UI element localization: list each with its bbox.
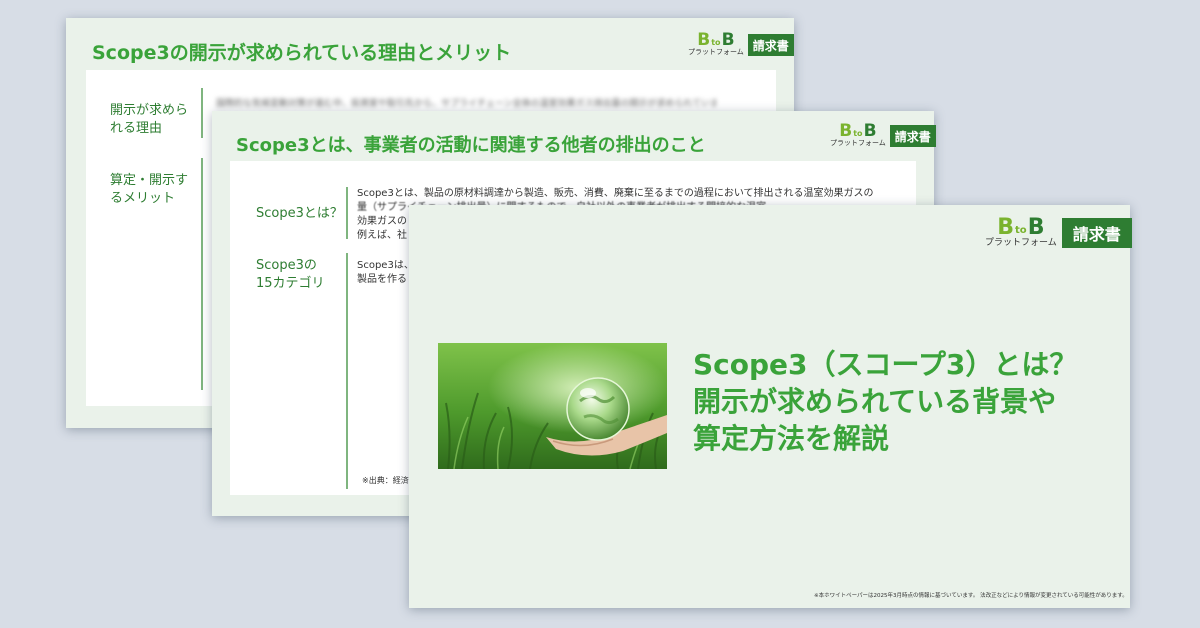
- logo-badge: 請求書: [1061, 218, 1132, 248]
- scope3-text-1: Scope3とは、製品の原材料調達から製造、販売、消費、廃棄に至るまでの過程にお…: [357, 188, 874, 199]
- merit-label: 算定・開示するメリット: [110, 173, 189, 206]
- logo-badge: 請求書: [889, 125, 936, 147]
- middle-divider-1: [346, 187, 348, 239]
- front-slide: B to B プラットフォーム 請求書 Scope3（スコープ3）とは？ 開示が…: [409, 205, 1132, 608]
- logo-sub: プラットフォーム: [830, 139, 886, 147]
- categories-label-2: 15カテゴリ: [256, 276, 325, 291]
- categories-text-2: 製品を作る: [357, 274, 407, 285]
- back-slide-title: Scope3の開示が求められている理由とメリット: [92, 42, 512, 64]
- middle-slide-title: Scope3とは、事業者の活動に関連する他者の排出のこと: [236, 135, 706, 156]
- front-logo: B to B プラットフォーム 請求書: [985, 217, 1132, 248]
- scope3-text-3: 効果ガスの: [357, 216, 407, 227]
- categories-label-1: Scope3の: [256, 258, 317, 273]
- logo-to: to: [1015, 225, 1027, 236]
- btob-logo-mark: B to B プラットフォーム: [985, 217, 1057, 248]
- headline-line-2: 開示が求められている背景や: [693, 385, 1057, 418]
- btob-logo-mark: B to B プラットフォーム: [688, 32, 744, 56]
- glass-globe-in-hand-photo: [438, 343, 667, 469]
- logo-badge: 請求書: [747, 34, 794, 56]
- back-divider-1: [201, 88, 203, 138]
- logo-b2: B: [863, 121, 877, 141]
- logo-b2: B: [1027, 215, 1045, 240]
- middle-logo: B to B プラットフォーム 請求書: [830, 123, 936, 147]
- logo-sub: プラットフォーム: [985, 238, 1057, 248]
- scope3-label: Scope3とは？: [256, 206, 343, 221]
- reason-label: 開示が求められる理由: [110, 103, 189, 136]
- back-divider-2: [201, 158, 203, 390]
- btob-logo-mark: B to B プラットフォーム: [830, 123, 886, 147]
- reason-text: 国際的な気候変動対策が進む中、投資家や取引先から、サプライチェーン全体の温室効果…: [216, 99, 716, 109]
- categories-text-1: Scope3は、: [357, 260, 414, 271]
- scope3-text-4: 例えば、社: [357, 230, 407, 241]
- middle-divider-2: [346, 253, 348, 489]
- logo-to: to: [711, 38, 721, 47]
- headline-line-3: 算定方法を解説: [693, 422, 890, 455]
- logo-sub: プラットフォーム: [688, 48, 744, 56]
- logo-b1: B: [697, 30, 711, 50]
- headline-line-1: Scope3（スコープ3）とは？: [693, 348, 1078, 381]
- logo-b2: B: [721, 30, 735, 50]
- logo-b1: B: [839, 121, 853, 141]
- logo-b1: B: [997, 215, 1015, 240]
- footnote: ※本ホワイトペーパーは2025年3月時点の情報に基づいています。 法改正などによ…: [814, 593, 1128, 599]
- back-logo: B to B プラットフォーム 請求書: [688, 32, 794, 56]
- logo-to: to: [853, 129, 863, 138]
- photo-illustration: [438, 343, 667, 469]
